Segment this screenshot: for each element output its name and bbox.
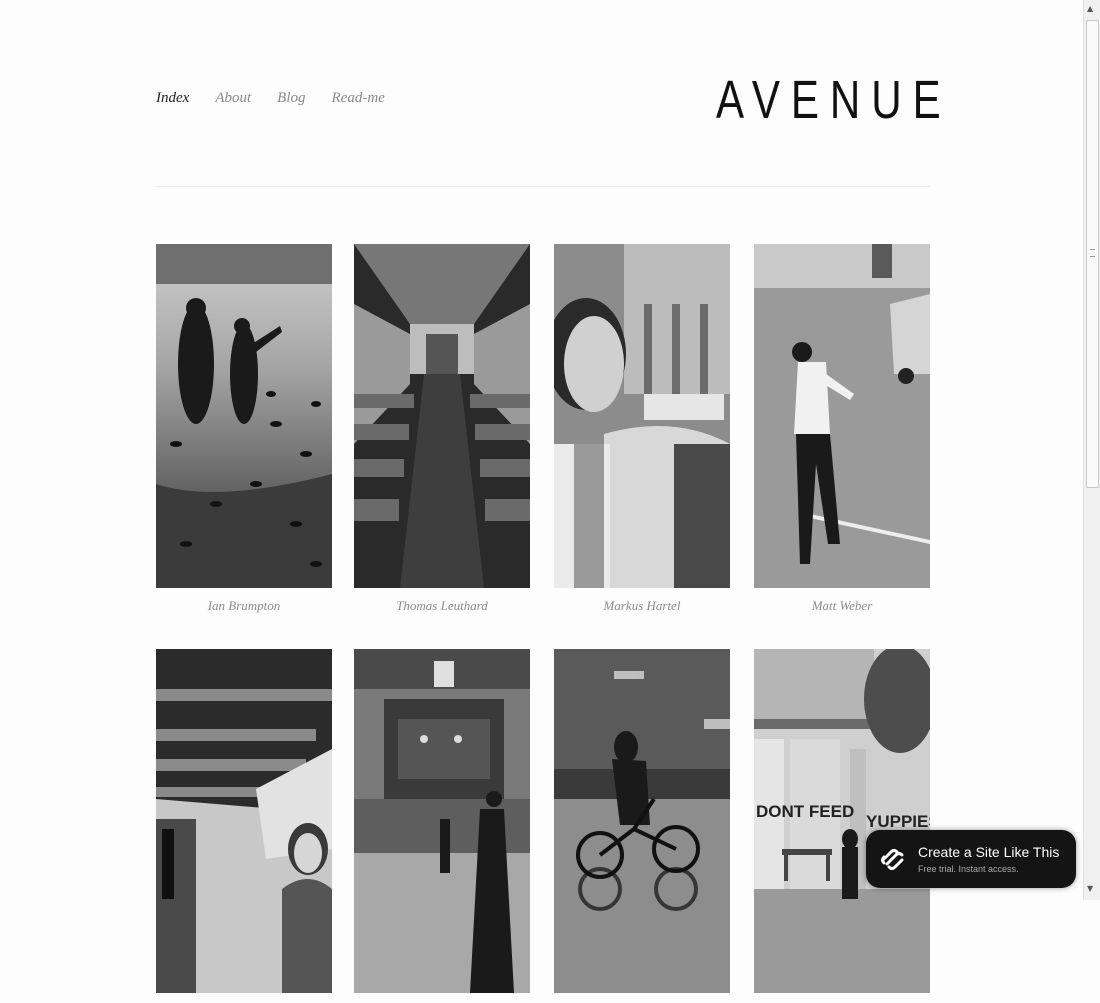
gallery-item[interactable]: DONT FEED YUPPIES: [754, 649, 930, 1003]
photo-cyclist[interactable]: [554, 649, 730, 993]
graffiti-text-1: DONT FEED: [756, 802, 854, 821]
vertical-scrollbar[interactable]: ▲ ▼: [1083, 0, 1100, 900]
header-divider: [156, 186, 930, 187]
photo-train-car-image: [354, 244, 530, 588]
gallery-item[interactable]: Ian Brumpton: [156, 244, 332, 614]
nav-about[interactable]: About: [215, 90, 251, 107]
photo-caption: Ian Brumpton: [207, 598, 281, 613]
nav-index[interactable]: Index: [156, 90, 189, 107]
gallery-item[interactable]: [354, 649, 530, 1003]
create-site-button[interactable]: Create a Site Like This Free trial. Inst…: [866, 830, 1076, 888]
photo-caption: Matt Weber: [811, 598, 873, 613]
photo-caption: Thomas Leuthard: [396, 598, 488, 613]
photo-caption: Markus Hartel: [603, 598, 681, 613]
photo-train-car[interactable]: [354, 244, 530, 588]
nav-read-me[interactable]: Read-me: [332, 90, 385, 107]
photo-man-crossing[interactable]: [754, 244, 930, 588]
squarespace-logo-icon: [881, 849, 904, 870]
photo-man-crossing-image: [754, 244, 930, 588]
nav-blog[interactable]: Blog: [277, 90, 305, 107]
photo-subway-image: [156, 649, 332, 993]
photo-subway[interactable]: [156, 649, 332, 993]
graffiti-text-2: YUPPIES: [866, 812, 930, 831]
photo-graffiti-image: DONT FEED YUPPIES: [754, 649, 930, 993]
page: Index About Blog Read-me AVENUE Ian Brum…: [0, 0, 1084, 993]
photo-cyclist-image: [554, 649, 730, 993]
photo-pigeons[interactable]: [156, 244, 332, 588]
gallery-item[interactable]: [554, 649, 730, 1003]
gallery-item[interactable]: [156, 649, 332, 1003]
photo-street-woman-image: [554, 244, 730, 588]
scroll-down-arrow-icon[interactable]: ▼: [1087, 884, 1093, 893]
photo-street-woman[interactable]: [554, 244, 730, 588]
photo-station-hall-image: [354, 649, 530, 993]
cta-title: Create a Site Like This: [918, 844, 1060, 860]
cta-subtitle: Free trial. Instant access.: [918, 864, 1019, 874]
photo-graffiti[interactable]: DONT FEED YUPPIES: [754, 649, 930, 993]
main-nav: Index About Blog Read-me: [156, 90, 385, 107]
photo-station-hall[interactable]: [354, 649, 530, 993]
gallery-item[interactable]: Thomas Leuthard: [354, 244, 530, 614]
scroll-grip-icon: [1090, 249, 1095, 257]
photo-pigeons-image: [156, 244, 332, 588]
gallery-item[interactable]: Markus Hartel: [554, 244, 730, 614]
scrollbar-thumb[interactable]: [1086, 20, 1099, 488]
gallery-item[interactable]: Matt Weber: [754, 244, 930, 614]
scroll-up-arrow-icon[interactable]: ▲: [1087, 4, 1093, 13]
site-logo[interactable]: AVENUE: [716, 70, 941, 130]
